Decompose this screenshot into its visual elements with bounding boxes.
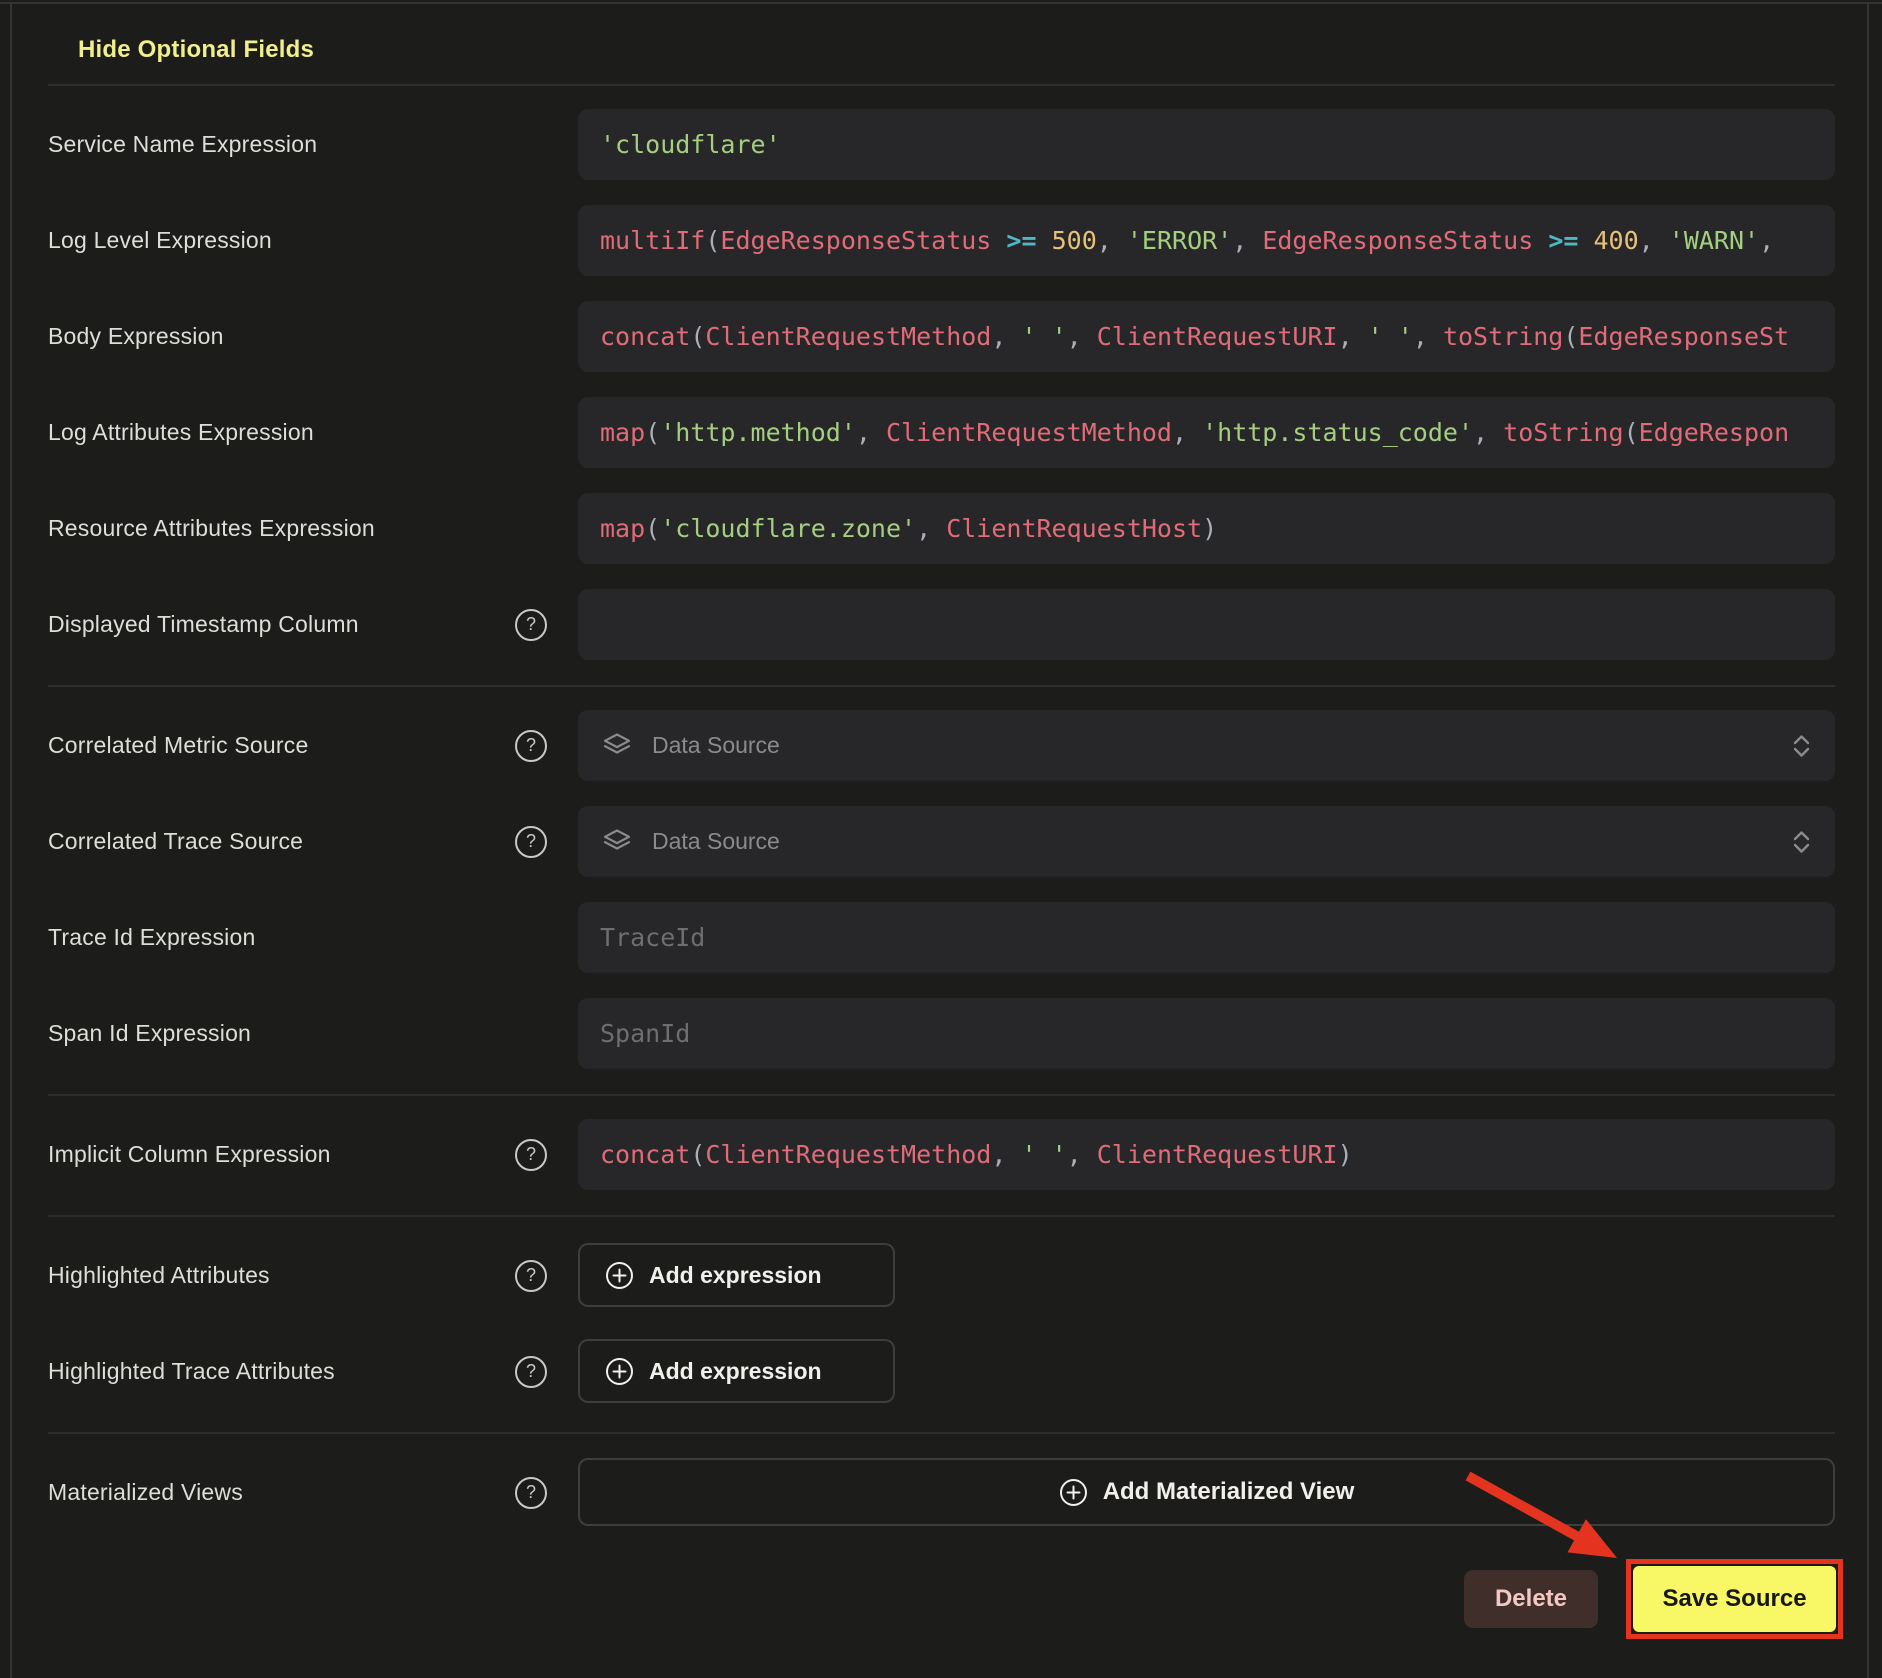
add-expression-button[interactable]: Add expression bbox=[578, 1243, 895, 1307]
displayed-timestamp-field[interactable] bbox=[578, 589, 1835, 660]
form-row-resource-attributes: Resource Attributes Expression map('clou… bbox=[48, 493, 1835, 564]
form-row-correlated-trace-source: Correlated Trace Source ? Data Source bbox=[48, 806, 1835, 877]
body-expression-label: Body Expression bbox=[48, 323, 224, 350]
section-divider bbox=[48, 1094, 1835, 1096]
help-icon[interactable]: ? bbox=[515, 609, 547, 641]
section-divider bbox=[48, 685, 1835, 687]
form-row-correlated-metric-source: Correlated Metric Source ? Data Source bbox=[48, 710, 1835, 781]
add-materialized-view-button[interactable]: Add Materialized View bbox=[578, 1458, 1835, 1526]
add-expression-button[interactable]: Add expression bbox=[578, 1339, 895, 1403]
panel-left-border bbox=[10, 2, 12, 1678]
select-placeholder: Data Source bbox=[652, 828, 780, 855]
implicit-column-expression-field[interactable]: concat(ClientRequestMethod, ' ', ClientR… bbox=[578, 1119, 1835, 1190]
add-expression-label: Add expression bbox=[649, 1262, 822, 1289]
body-expression-field[interactable]: concat(ClientRequestMethod, ' ', ClientR… bbox=[578, 301, 1835, 372]
plus-circle-icon bbox=[605, 1261, 634, 1290]
form-row-log-attributes: Log Attributes Expression map('http.meth… bbox=[48, 397, 1835, 468]
implicit-column-label: Implicit Column Expression bbox=[48, 1141, 331, 1168]
form-row-trace-id: Trace Id Expression bbox=[48, 902, 1835, 973]
highlighted-attributes-label: Highlighted Attributes bbox=[48, 1262, 270, 1289]
add-expression-label: Add expression bbox=[649, 1358, 822, 1385]
plus-circle-icon bbox=[605, 1357, 634, 1386]
stack-icon bbox=[602, 732, 632, 760]
plus-circle-icon bbox=[1059, 1478, 1088, 1507]
section-divider bbox=[48, 84, 1835, 86]
log-attributes-label: Log Attributes Expression bbox=[48, 419, 314, 446]
delete-button[interactable]: Delete bbox=[1464, 1570, 1598, 1628]
service-name-expression-field[interactable]: 'cloudflare' bbox=[578, 109, 1835, 180]
hide-optional-fields-toggle[interactable]: Hide Optional Fields bbox=[78, 36, 1835, 64]
help-icon[interactable]: ? bbox=[515, 826, 547, 858]
optional-fields-section: Hide Optional Fields Service Name Expres… bbox=[48, 2, 1835, 1553]
form-row-service-name: Service Name Expression 'cloudflare' bbox=[48, 109, 1835, 180]
trace-id-expression-input[interactable] bbox=[578, 902, 1835, 973]
correlated-trace-source-select[interactable]: Data Source bbox=[578, 806, 1835, 877]
select-placeholder: Data Source bbox=[652, 732, 780, 759]
span-id-label: Span Id Expression bbox=[48, 1020, 251, 1047]
section-divider bbox=[48, 1215, 1835, 1217]
help-icon[interactable]: ? bbox=[515, 1356, 547, 1388]
panel-right-border bbox=[1867, 2, 1869, 1678]
chevron-up-down-icon bbox=[1792, 830, 1811, 854]
trace-id-label: Trace Id Expression bbox=[48, 924, 255, 951]
log-level-expression-field[interactable]: multiIf(EdgeResponseStatus >= 500, 'ERRO… bbox=[578, 205, 1835, 276]
add-materialized-view-label: Add Materialized View bbox=[1103, 1478, 1355, 1506]
save-source-button[interactable]: Save Source bbox=[1633, 1566, 1836, 1632]
correlated-trace-source-label: Correlated Trace Source bbox=[48, 828, 303, 855]
log-attributes-expression-field[interactable]: map('http.method', ClientRequestMethod, … bbox=[578, 397, 1835, 468]
form-row-log-level: Log Level Expression multiIf(EdgeRespons… bbox=[48, 205, 1835, 276]
form-row-span-id: Span Id Expression bbox=[48, 998, 1835, 1069]
annotation-highlight-box: Save Source bbox=[1626, 1559, 1843, 1639]
resource-attributes-expression-field[interactable]: map('cloudflare.zone', ClientRequestHost… bbox=[578, 493, 1835, 564]
form-row-implicit-column: Implicit Column Expression ? concat(Clie… bbox=[48, 1119, 1835, 1190]
span-id-expression-input[interactable] bbox=[578, 998, 1835, 1069]
help-icon[interactable]: ? bbox=[515, 730, 547, 762]
service-name-label: Service Name Expression bbox=[48, 131, 317, 158]
correlated-metric-source-label: Correlated Metric Source bbox=[48, 732, 308, 759]
chevron-up-down-icon bbox=[1792, 734, 1811, 758]
displayed-timestamp-label: Displayed Timestamp Column bbox=[48, 611, 359, 638]
log-level-label: Log Level Expression bbox=[48, 227, 272, 254]
form-row-materialized-views: Materialized Views ? Add Materialized Vi… bbox=[48, 1457, 1835, 1528]
correlated-metric-source-select[interactable]: Data Source bbox=[578, 710, 1835, 781]
help-icon[interactable]: ? bbox=[515, 1260, 547, 1292]
form-row-body: Body Expression concat(ClientRequestMeth… bbox=[48, 301, 1835, 372]
form-row-highlighted-trace-attributes: Highlighted Trace Attributes ? Add expre… bbox=[48, 1336, 1835, 1407]
highlighted-trace-attributes-label: Highlighted Trace Attributes bbox=[48, 1358, 335, 1385]
section-divider bbox=[48, 1432, 1835, 1434]
form-row-displayed-timestamp: Displayed Timestamp Column ? bbox=[48, 589, 1835, 660]
help-icon[interactable]: ? bbox=[515, 1139, 547, 1171]
form-row-highlighted-attributes: Highlighted Attributes ? Add expression bbox=[48, 1240, 1835, 1311]
help-icon[interactable]: ? bbox=[515, 1477, 547, 1509]
resource-attributes-label: Resource Attributes Expression bbox=[48, 515, 375, 542]
stack-icon bbox=[602, 828, 632, 856]
materialized-views-label: Materialized Views bbox=[48, 1479, 243, 1506]
